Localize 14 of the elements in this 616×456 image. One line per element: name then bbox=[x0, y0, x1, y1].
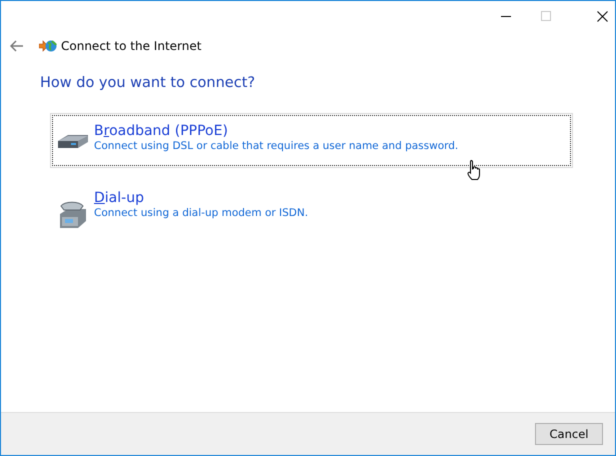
option-title: Dial-up bbox=[94, 190, 145, 206]
cancel-button[interactable]: Cancel bbox=[535, 423, 603, 445]
close-icon[interactable] bbox=[597, 11, 608, 22]
page-heading: How do you want to connect? bbox=[40, 75, 256, 91]
globe-icon bbox=[39, 38, 57, 54]
connection-option[interactable]: Broadband (PPPoE) Connect using DSL or cable that requires a user name and password. bbox=[50, 113, 573, 168]
connection-option[interactable]: Dial-up Connect using a dial-up modem or ISDN. bbox=[50, 180, 573, 246]
option-title: Broadband (PPPoE) bbox=[94, 123, 229, 139]
option-description: Connect using DSL or cable that requires a user name and password. bbox=[94, 140, 458, 152]
back-arrow-icon[interactable] bbox=[10, 40, 24, 52]
option-description: Connect using a dial-up modem or ISDN. bbox=[94, 207, 308, 219]
hand-cursor-icon bbox=[467, 159, 483, 181]
modem-icon bbox=[55, 133, 91, 151]
window-title: Connect to the Internet bbox=[61, 39, 202, 53]
